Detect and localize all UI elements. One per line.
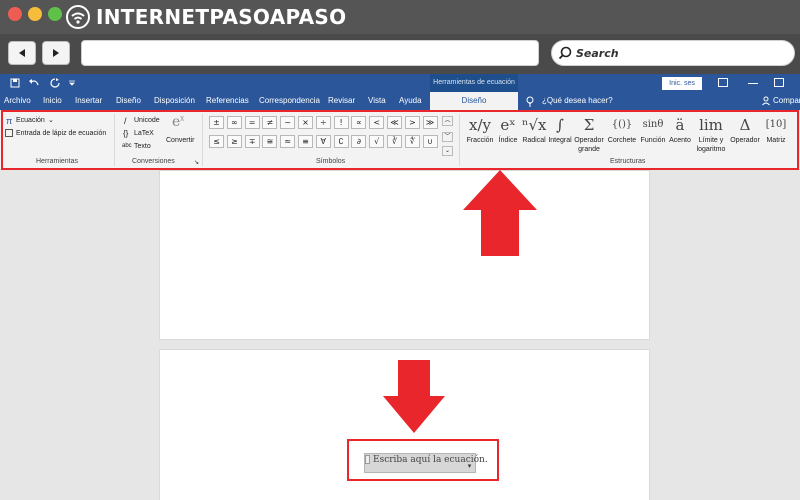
tab-referencias[interactable]: Referencias bbox=[206, 92, 249, 110]
customize-qa-icon[interactable] bbox=[68, 79, 76, 87]
forward-arrow-icon bbox=[53, 49, 59, 57]
search-label: Search bbox=[576, 46, 619, 60]
document-page-1[interactable] bbox=[159, 170, 650, 340]
url-bar[interactable] bbox=[81, 40, 539, 66]
contextual-tab-title: Herramientas de ecuación bbox=[430, 74, 518, 92]
redo-icon[interactable] bbox=[50, 78, 60, 88]
zoom-window-button[interactable] bbox=[48, 7, 62, 21]
save-icon[interactable] bbox=[10, 78, 20, 88]
restore-icon[interactable] bbox=[774, 78, 784, 87]
red-up-arrow bbox=[463, 170, 537, 256]
share-button[interactable]: Compar bbox=[773, 92, 800, 110]
ribbon-tabs: Archivo Inicio Insertar Diseño Disposici… bbox=[0, 92, 800, 110]
red-down-arrow bbox=[383, 360, 445, 433]
undo-icon[interactable] bbox=[28, 78, 40, 88]
tab-disposicion[interactable]: Disposición bbox=[154, 92, 195, 110]
search-box[interactable]: Search bbox=[551, 40, 795, 66]
minimize-icon[interactable] bbox=[748, 83, 758, 84]
tab-archivo[interactable]: Archivo bbox=[4, 92, 31, 110]
tab-ayuda[interactable]: Ayuda bbox=[399, 92, 422, 110]
tab-equation-design[interactable]: Diseño bbox=[430, 92, 518, 110]
tab-correspondencia[interactable]: Correspondencia bbox=[259, 92, 320, 110]
forward-button[interactable] bbox=[42, 41, 70, 65]
ribbon-display-icon[interactable] bbox=[718, 78, 728, 87]
back-button[interactable] bbox=[8, 41, 36, 65]
brand-name: INTERNETPASOAPASO bbox=[96, 5, 347, 29]
tab-vista[interactable]: Vista bbox=[368, 92, 386, 110]
ribbon-highlight-frame bbox=[1, 110, 799, 170]
share-person-icon bbox=[762, 96, 770, 106]
tab-diseno[interactable]: Diseño bbox=[116, 92, 141, 110]
tell-me-search[interactable]: ¿Qué desea hacer? bbox=[542, 92, 613, 110]
minimize-window-button[interactable] bbox=[28, 7, 42, 21]
browser-toolbar: Search bbox=[0, 34, 800, 74]
equation-options-dropdown[interactable]: ▾ bbox=[464, 462, 475, 472]
close-window-button[interactable] bbox=[8, 7, 22, 21]
tab-inicio[interactable]: Inicio bbox=[43, 92, 62, 110]
tab-insertar[interactable]: Insertar bbox=[75, 92, 102, 110]
search-icon bbox=[558, 46, 572, 60]
equation-handle[interactable] bbox=[365, 455, 370, 464]
back-arrow-icon bbox=[19, 49, 25, 57]
word-title-bar: Herramientas de ecuación Inic. ses bbox=[0, 74, 800, 92]
window-title-bar: INTERNETPASOAPASO bbox=[0, 0, 800, 34]
wifi-logo-icon bbox=[66, 5, 90, 29]
sign-in-button[interactable]: Inic. ses bbox=[662, 77, 702, 90]
tab-revisar[interactable]: Revisar bbox=[328, 92, 355, 110]
lightbulb-icon bbox=[526, 96, 534, 107]
brand-logo: INTERNETPASOAPASO bbox=[66, 4, 346, 30]
